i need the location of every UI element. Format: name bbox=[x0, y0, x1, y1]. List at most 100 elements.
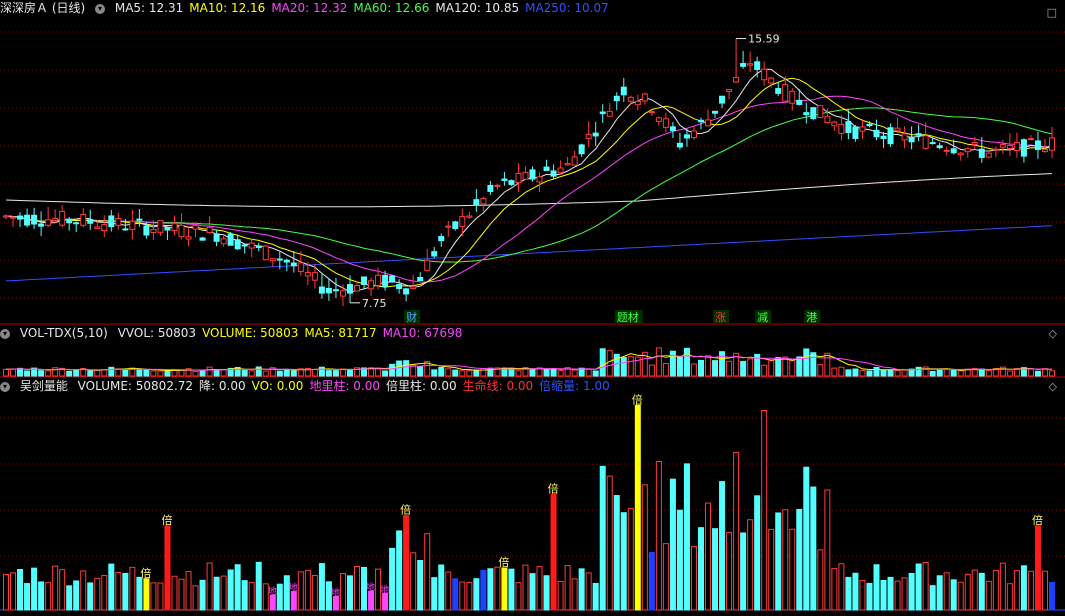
candle-body bbox=[487, 185, 494, 192]
circle-chevron-icon[interactable]: ▾ bbox=[0, 381, 10, 392]
sword-bar bbox=[389, 547, 396, 611]
candle-body bbox=[311, 272, 318, 281]
candle-body bbox=[494, 184, 501, 187]
sword-bar bbox=[80, 570, 87, 611]
bei-bar bbox=[550, 494, 557, 611]
sword-bar bbox=[129, 566, 136, 611]
volume-bar bbox=[683, 347, 690, 377]
candle-body bbox=[1027, 138, 1034, 141]
candle-body bbox=[346, 284, 353, 294]
bei-tag: 倍 bbox=[1032, 513, 1043, 527]
circle-chevron-icon[interactable]: ▾ bbox=[0, 328, 10, 339]
volume-bar bbox=[592, 370, 599, 377]
candle-body bbox=[515, 172, 522, 184]
candle-body bbox=[845, 121, 852, 134]
candle-body bbox=[662, 118, 669, 128]
sword-indicator: 倍里柱: 0.00 bbox=[386, 379, 457, 393]
diamond-icon[interactable]: ◇ bbox=[1049, 380, 1057, 393]
candle-body bbox=[915, 133, 922, 136]
volume-bar bbox=[45, 370, 52, 377]
sword-bar bbox=[459, 581, 466, 611]
sword-bar bbox=[346, 575, 353, 611]
volume-bar bbox=[87, 370, 94, 377]
sword-bar bbox=[150, 582, 157, 611]
volume-bar bbox=[1034, 370, 1041, 377]
candle-body bbox=[304, 271, 311, 277]
candle-body bbox=[171, 222, 178, 231]
sword-bar bbox=[66, 585, 73, 611]
price-panel[interactable]: 深深房Ａ (日线) ▾ MA5: 12.31 MA10: 12.16 MA20: 1… bbox=[0, 0, 1065, 325]
high-price-label: 15.59 bbox=[748, 33, 780, 46]
volume-bar bbox=[571, 369, 578, 377]
sword-bar bbox=[957, 581, 964, 611]
vol-ma5-line bbox=[5, 353, 1053, 372]
sword-bar bbox=[803, 466, 810, 611]
sword-bar bbox=[424, 533, 431, 611]
event-tag: 题材 bbox=[617, 310, 639, 324]
sword-bar bbox=[241, 580, 248, 611]
di-tag: 地 bbox=[289, 582, 298, 594]
sword-chart[interactable]: 倍倍地地地地 地倍倍倍倍倍 bbox=[0, 378, 1065, 616]
bei-tag: 倍 bbox=[161, 513, 172, 527]
candle-body bbox=[80, 213, 87, 226]
volume-bar bbox=[719, 351, 726, 377]
volume-bar bbox=[459, 370, 466, 377]
sword-bar bbox=[599, 465, 606, 611]
bei-tag: 倍 bbox=[632, 392, 643, 406]
volume-bar bbox=[985, 370, 992, 377]
volume-bar bbox=[248, 370, 255, 377]
sword-bar bbox=[38, 581, 45, 611]
volume-bar bbox=[648, 364, 655, 377]
sword-indicator: 倍缩量: 1.00 bbox=[539, 379, 610, 393]
candle-body bbox=[361, 276, 368, 285]
sword-bar bbox=[473, 578, 480, 611]
candle-body bbox=[543, 166, 550, 171]
sword-panel[interactable]: 倍倍地地地地地倍倍倍倍倍 ▾ 吴剑量能 VOLUME: 50802.72 降: 0… bbox=[0, 378, 1065, 616]
bei-tag: 倍 bbox=[140, 566, 151, 580]
candle-body bbox=[599, 111, 606, 115]
candle-body bbox=[550, 170, 557, 177]
volume-bar bbox=[73, 369, 80, 377]
volume-bar bbox=[669, 350, 676, 377]
candle-body bbox=[234, 239, 241, 250]
volume-bar bbox=[178, 369, 185, 377]
candle-body bbox=[410, 286, 417, 289]
volume-bar bbox=[199, 369, 206, 377]
sword-bar bbox=[683, 463, 690, 611]
sword-bar bbox=[536, 566, 543, 611]
candle-body bbox=[894, 127, 901, 132]
candle-body bbox=[396, 284, 403, 289]
sword-bar bbox=[733, 452, 740, 611]
candle-body bbox=[108, 215, 115, 228]
volume-bar bbox=[740, 360, 747, 377]
candle-body bbox=[241, 244, 248, 247]
candle-body bbox=[3, 215, 9, 218]
candle-body bbox=[908, 136, 915, 143]
sword-bar bbox=[192, 585, 199, 611]
sword-bar bbox=[304, 569, 311, 611]
sword-bar bbox=[620, 512, 627, 611]
candle-body bbox=[438, 236, 445, 242]
volume-bar bbox=[108, 366, 115, 377]
sword-bar bbox=[522, 564, 529, 611]
price-chart[interactable]: 15.59 7.75 财 题材 涨 减 港 bbox=[0, 0, 1065, 325]
volume-bar bbox=[24, 370, 31, 377]
sword-bar bbox=[276, 583, 283, 611]
volume-bar bbox=[543, 369, 550, 377]
volume-bar bbox=[164, 370, 171, 377]
candle-body bbox=[1041, 149, 1048, 153]
candle-body bbox=[508, 180, 515, 185]
candle-body bbox=[971, 141, 978, 145]
sword-bar bbox=[782, 509, 789, 611]
volume-panel[interactable]: ▾ VOL-TDX(5,10) VVOL: 50803 VOLUME: 50803… bbox=[0, 325, 1065, 378]
diamond-icon[interactable]: ◇ bbox=[1049, 327, 1057, 340]
candle-body bbox=[683, 134, 690, 139]
candle-body bbox=[332, 289, 339, 292]
volume-bar bbox=[655, 347, 662, 377]
sword-bar bbox=[318, 563, 325, 611]
volume-bar bbox=[192, 370, 199, 377]
candle-body bbox=[1049, 137, 1055, 151]
sword-bar bbox=[1013, 570, 1020, 611]
candle-body bbox=[38, 223, 45, 227]
sword-bar bbox=[115, 571, 122, 611]
